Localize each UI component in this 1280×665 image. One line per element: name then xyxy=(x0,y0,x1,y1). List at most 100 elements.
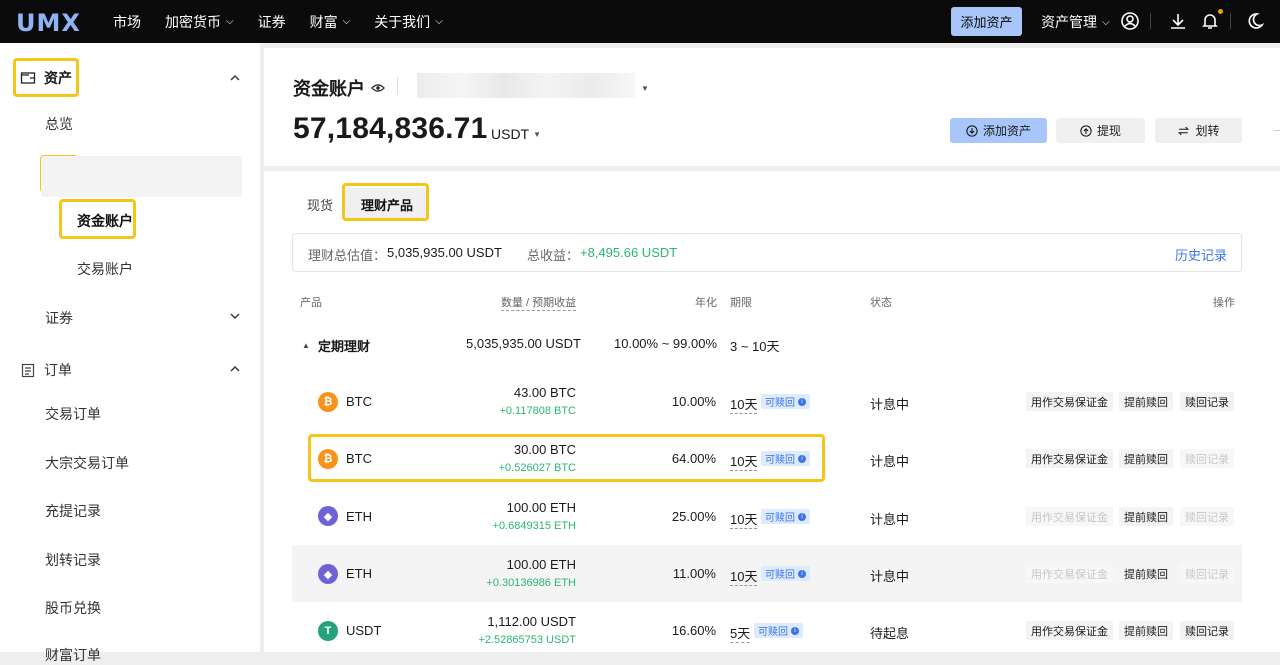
divider xyxy=(1150,13,1151,29)
col-ops: 操作 xyxy=(1213,297,1235,309)
redeem-record-button[interactable]: 赎回记录 xyxy=(1180,564,1234,583)
use-as-margin-button[interactable]: 用作交易保证金 xyxy=(1026,621,1113,640)
nav-securities[interactable]: 证券 xyxy=(258,12,286,32)
add-asset-label: 添加资产 xyxy=(982,124,1031,138)
sidebar-item-wealth-orders[interactable]: 财富订单 xyxy=(45,645,101,665)
row-apr: 25.00% xyxy=(671,509,716,524)
divider xyxy=(1230,13,1231,29)
use-as-margin-button[interactable]: 用作交易保证金 xyxy=(1026,449,1113,468)
caret-down-icon[interactable]: ▼ xyxy=(641,84,649,93)
sidebar-securities-header[interactable]: 证券 xyxy=(45,308,73,328)
chevron-up-icon[interactable] xyxy=(229,363,241,375)
moon-icon[interactable] xyxy=(1248,11,1268,31)
transfer-button[interactable]: 划转 xyxy=(1155,118,1242,143)
asset-management-menu[interactable]: 资产管理 ⌵ xyxy=(1041,12,1110,32)
collapse-caret-icon[interactable]: ▲ xyxy=(302,341,310,350)
early-redeem-button[interactable]: 提前赎回 xyxy=(1119,507,1173,526)
history-link[interactable]: 历史记录 xyxy=(1175,245,1227,264)
redeem-record-button[interactable]: 赎回记录 xyxy=(1180,449,1234,468)
sidebar-orders-label: 订单 xyxy=(44,362,72,378)
download-icon[interactable] xyxy=(1168,11,1188,31)
row-qty: 100.00 ETH xyxy=(506,500,576,515)
add-asset-button[interactable]: 添加资产 xyxy=(950,118,1047,143)
row-apr: 10.00% xyxy=(671,394,716,409)
row-coin: ETH xyxy=(346,509,372,524)
use-as-margin-button[interactable]: 用作交易保证金 xyxy=(1026,392,1113,411)
account-selector-blurred[interactable] xyxy=(417,73,635,98)
early-redeem-button[interactable]: 提前赎回 xyxy=(1119,449,1173,468)
user-icon[interactable] xyxy=(1120,11,1140,31)
nav-wealth[interactable]: 财富 ⌵ xyxy=(310,12,351,32)
asset-management-label: 资产管理 xyxy=(1041,14,1097,30)
tab-spot[interactable]: 现货 xyxy=(307,195,333,214)
redeem-record-button[interactable]: 赎回记录 xyxy=(1180,507,1234,526)
col-apr: 年化 xyxy=(695,297,717,309)
nav-crypto-label: 加密货币 xyxy=(165,13,221,30)
btc-coin-icon: ₿ xyxy=(318,392,338,412)
chevron-down-icon: ⌵ xyxy=(226,16,234,27)
info-icon[interactable]: i xyxy=(798,569,806,578)
top-add-asset-button[interactable]: 添加资产 xyxy=(951,7,1022,36)
chevron-down-icon: ⌵ xyxy=(435,16,443,27)
sidebar-item-trade-orders[interactable]: 交易订单 xyxy=(45,404,101,424)
withdraw-button[interactable]: 提现 xyxy=(1056,118,1145,143)
sidebar-item-deposit-withdraw[interactable]: 充提记录 xyxy=(45,501,101,521)
balance-unit-selector[interactable]: USDT ▼ xyxy=(491,126,541,142)
eth-coin-icon: ◆ xyxy=(318,506,338,526)
row-status: 计息中 xyxy=(870,569,910,584)
row-qty: 100.00 ETH xyxy=(506,557,576,572)
sidebar-item-block-orders[interactable]: 大宗交易订单 xyxy=(45,453,129,473)
sidebar-item-transfers[interactable]: 划转记录 xyxy=(45,550,101,570)
row-coin: BTC xyxy=(346,394,372,409)
use-as-margin-button[interactable]: 用作交易保证金 xyxy=(1026,564,1113,583)
redeem-record-button[interactable]: 赎回记录 xyxy=(1180,392,1234,411)
redeemable-label: 可赎回 xyxy=(765,398,795,409)
redeemable-label: 可赎回 xyxy=(765,513,795,524)
chevron-down-icon[interactable] xyxy=(229,310,241,322)
scrollbar[interactable] xyxy=(1274,130,1280,136)
sidebar-orders-header[interactable]: 订单 xyxy=(20,360,72,380)
col-product: 产品 xyxy=(300,297,322,309)
chevron-up-icon[interactable] xyxy=(229,72,241,84)
wealth-summary-bar: 理财总估值： 5,035,935.00 USDT 总收益： +8,495.66 … xyxy=(292,233,1242,272)
umx-logo[interactable]: UMX xyxy=(16,9,81,37)
redeem-record-button[interactable]: 赎回记录 xyxy=(1180,621,1234,640)
row-term: 5天 xyxy=(730,623,751,643)
redeemable-label: 可赎回 xyxy=(758,627,788,638)
total-earnings-value: +8,495.66 USDT xyxy=(580,245,678,260)
use-as-margin-button[interactable]: 用作交易保证金 xyxy=(1026,507,1113,526)
info-icon[interactable]: i xyxy=(798,512,806,521)
account-title: 资金账户 xyxy=(293,75,385,101)
row-status: 计息中 xyxy=(870,397,910,412)
caret-down-icon: ▼ xyxy=(533,129,542,139)
early-redeem-button[interactable]: 提前赎回 xyxy=(1119,621,1173,640)
row-status: 待起息 xyxy=(870,626,910,641)
sidebar-item-overview[interactable]: 总览 xyxy=(45,114,73,134)
nav-securities-label: 证券 xyxy=(257,13,286,30)
nav-wealth-label: 财富 xyxy=(309,13,338,30)
info-icon[interactable]: i xyxy=(798,397,806,406)
redeemable-badge: 可赎回 i xyxy=(761,566,810,581)
info-icon[interactable]: i xyxy=(791,626,799,635)
row-qty: 43.00 BTC xyxy=(513,385,576,400)
sidebar-selected-bg xyxy=(41,156,242,197)
withdraw-icon xyxy=(1080,124,1092,137)
nav-market-label: 市场 xyxy=(113,13,141,30)
nav-market[interactable]: 市场 xyxy=(113,12,141,32)
redeemable-badge: 可赎回 i xyxy=(754,623,803,638)
eye-icon[interactable] xyxy=(371,81,385,95)
deposit-icon xyxy=(966,124,978,137)
nav-crypto[interactable]: 加密货币 ⌵ xyxy=(165,12,234,32)
row-earn: +2.52865753 USDT xyxy=(478,634,576,646)
bell-icon[interactable] xyxy=(1200,11,1220,31)
early-redeem-button[interactable]: 提前赎回 xyxy=(1119,392,1173,411)
sidebar-item-trading-account[interactable]: 交易账户 xyxy=(77,259,133,279)
early-redeem-button[interactable]: 提前赎回 xyxy=(1119,564,1173,583)
nav-about[interactable]: 关于我们 ⌵ xyxy=(374,12,443,32)
redeemable-badge: 可赎回 i xyxy=(761,509,810,524)
sidebar-item-stock-coin-exchange[interactable]: 股币兑换 xyxy=(45,598,101,618)
group-qty: 5,035,935.00 USDT xyxy=(466,336,581,351)
group-name[interactable]: 定期理财 xyxy=(318,336,370,355)
account-title-text: 资金账户 xyxy=(293,79,365,99)
row-term: 10天 xyxy=(730,566,758,586)
